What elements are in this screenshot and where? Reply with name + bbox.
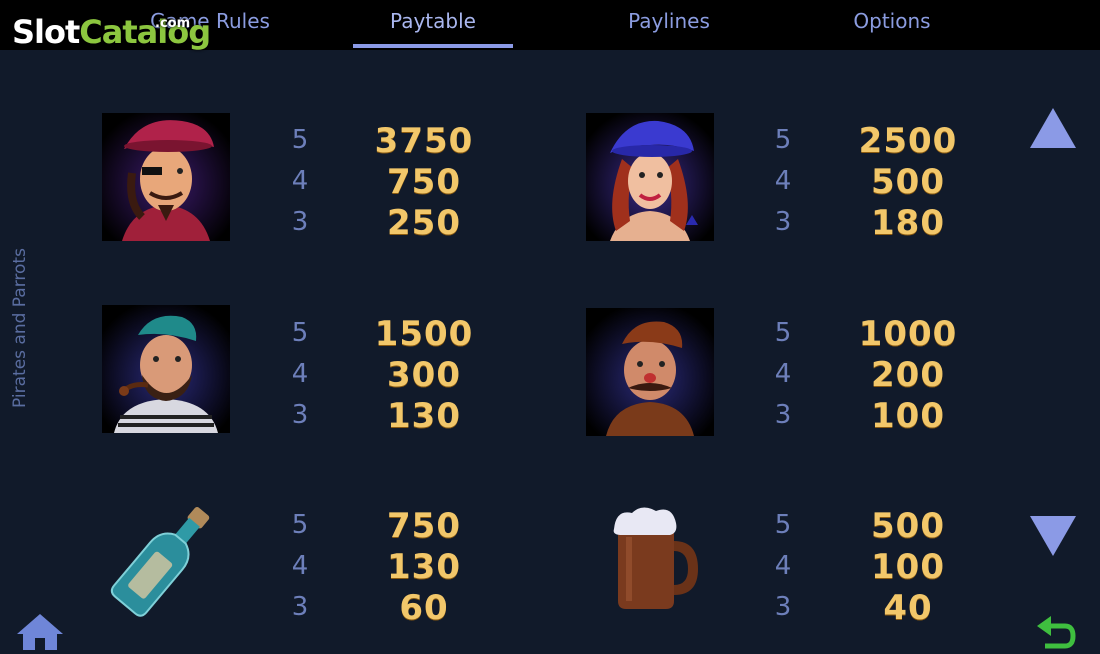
mustached-pirate-icon [586, 308, 714, 436]
count-4: 4 [774, 359, 792, 389]
triangle-up-icon [1030, 108, 1076, 148]
count-3: 3 [774, 400, 792, 430]
bearded-pirate-icon [102, 305, 230, 433]
payout-3: 60 [399, 588, 449, 628]
slotcatalog-watermark: SlotCatalog .com [12, 13, 211, 51]
scroll-down-button[interactable] [1030, 516, 1076, 560]
game-title-vertical: Pirates and Parrots [10, 248, 30, 408]
payout-4: 130 [387, 547, 461, 587]
payout-5: 2500 [858, 121, 958, 161]
message-bottle-icon [102, 497, 230, 625]
scroll-up-button[interactable] [1030, 108, 1076, 152]
count-3: 3 [291, 400, 309, 430]
payout-4: 100 [871, 547, 945, 587]
pirate-lady-icon [586, 113, 714, 241]
payout-4: 500 [871, 162, 945, 202]
count-3: 3 [291, 592, 309, 622]
payout-3: 40 [883, 588, 933, 628]
tab-paytable[interactable]: Paytable [353, 0, 513, 50]
payout-5: 1500 [374, 314, 474, 354]
count-5: 5 [291, 510, 309, 540]
beer-mug-icon [586, 497, 714, 625]
count-4: 4 [291, 166, 309, 196]
count-5: 5 [291, 125, 309, 155]
count-3: 3 [774, 207, 792, 237]
payout-4: 200 [871, 355, 945, 395]
tab-options[interactable]: Options [830, 0, 954, 50]
tab-label: Paylines [628, 9, 710, 33]
payout-5: 750 [387, 506, 461, 546]
watermark-com-text: .com [155, 16, 191, 31]
count-4: 4 [291, 359, 309, 389]
pirate-captain-icon [102, 113, 230, 241]
tab-label: Paytable [390, 9, 476, 33]
count-4: 4 [291, 551, 309, 581]
back-button[interactable] [1035, 612, 1077, 654]
count-5: 5 [291, 318, 309, 348]
count-4: 4 [774, 551, 792, 581]
payout-3: 250 [387, 203, 461, 243]
count-3: 3 [774, 592, 792, 622]
payout-3: 100 [871, 396, 945, 436]
payout-5: 500 [871, 506, 945, 546]
tab-paylines[interactable]: Paylines [600, 0, 738, 50]
payout-3: 130 [387, 396, 461, 436]
count-3: 3 [291, 207, 309, 237]
payout-5: 3750 [374, 121, 474, 161]
count-5: 5 [774, 318, 792, 348]
tab-label: Options [853, 9, 931, 33]
triangle-down-icon [1030, 516, 1076, 556]
count-5: 5 [774, 125, 792, 155]
watermark-catalog-text: Catalog [79, 13, 211, 51]
back-arrow-icon [1037, 616, 1076, 649]
watermark-slot-text: Slot [12, 13, 80, 51]
payout-4: 300 [387, 355, 461, 395]
payout-3: 180 [871, 203, 945, 243]
count-4: 4 [774, 166, 792, 196]
active-tab-indicator [353, 44, 513, 48]
count-5: 5 [774, 510, 792, 540]
payout-4: 750 [387, 162, 461, 202]
home-button[interactable] [17, 612, 63, 654]
payout-5: 1000 [858, 314, 958, 354]
home-icon [17, 614, 63, 650]
